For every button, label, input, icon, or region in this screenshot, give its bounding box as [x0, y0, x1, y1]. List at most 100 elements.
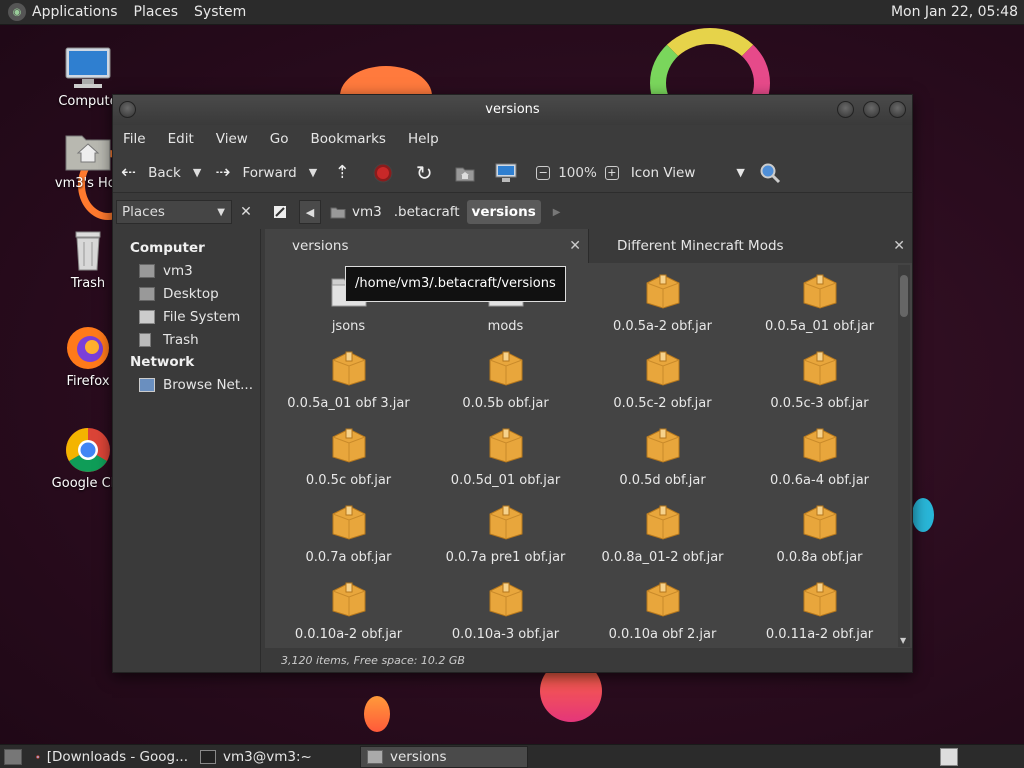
breadcrumb-versions[interactable]: versions: [466, 200, 541, 224]
sidebar-item-trash[interactable]: Trash: [113, 328, 260, 351]
view-mode-select[interactable]: Icon View ▼: [631, 165, 745, 181]
file-item[interactable]: 0.0.10a obf 2.jar: [584, 579, 741, 642]
file-item[interactable]: 0.0.11a-2 obf.jar: [741, 579, 898, 642]
breadcrumb-left-icon[interactable]: ◀: [299, 200, 321, 224]
search-icon[interactable]: [759, 162, 781, 184]
file-name: 0.0.5d_01 obf.jar: [450, 473, 561, 488]
jar-package-icon: [646, 351, 679, 386]
sidebar-heading-network: Network: [130, 354, 195, 370]
zoom-out-icon: −: [536, 165, 551, 180]
scroll-down-arrow-icon[interactable]: ▼: [900, 636, 906, 645]
minimize-button[interactable]: [837, 101, 854, 118]
menu-places[interactable]: Places: [134, 4, 179, 20]
file-item[interactable]: 0.0.5c-3 obf.jar: [741, 348, 898, 411]
show-desktop-icon[interactable]: [4, 748, 22, 765]
maximize-button[interactable]: [863, 101, 880, 118]
jar-package-icon: [489, 428, 522, 463]
breadcrumb-vm3[interactable]: vm3: [325, 200, 387, 224]
file-item[interactable]: 0.0.10a-2 obf.jar: [270, 579, 427, 642]
reload-icon[interactable]: ↻: [413, 161, 435, 185]
file-item[interactable]: 0.0.5a-2 obf.jar: [584, 271, 741, 334]
sidebar-item-browse-network[interactable]: Browse Net...: [113, 373, 260, 396]
menu-edit[interactable]: Edit: [168, 131, 194, 147]
file-item[interactable]: 0.0.7a pre1 obf.jar: [427, 502, 584, 565]
close-tab-icon[interactable]: ✕: [569, 238, 581, 254]
file-item[interactable]: 0.0.10a-3 obf.jar: [427, 579, 584, 642]
close-tab-icon[interactable]: ✕: [893, 238, 905, 254]
stop-icon[interactable]: [372, 162, 394, 184]
taskbar-item-downloads[interactable]: [Downloads - Goog...: [30, 746, 194, 768]
window-titlebar[interactable]: versions: [113, 95, 912, 125]
forward-history-dropdown[interactable]: ▼: [309, 166, 317, 179]
sidebar-item-vm3[interactable]: vm3: [113, 259, 260, 282]
menu-bookmarks[interactable]: Bookmarks: [311, 131, 386, 147]
file-item[interactable]: 0.0.5c obf.jar: [270, 425, 427, 488]
jar-package-icon: [646, 582, 679, 617]
file-name: 0.0.8a_01-2 obf.jar: [601, 550, 724, 565]
tab-different-minecraft-mods[interactable]: Different Minecraft Mods ✕: [588, 229, 912, 263]
jar-package-icon: [646, 428, 679, 463]
taskbar-item-terminal[interactable]: vm3@vm3:~: [194, 746, 360, 768]
menu-system[interactable]: System: [194, 4, 246, 20]
home-icon[interactable]: [454, 162, 476, 184]
bottom-panel: [Downloads - Goog... vm3@vm3:~ versions: [0, 744, 1024, 768]
file-name: 0.0.5b obf.jar: [462, 396, 549, 411]
chrome-icon: [36, 754, 40, 759]
zoom-out-button[interactable]: −: [536, 165, 558, 180]
jar-package-icon: [332, 351, 365, 386]
clock[interactable]: Mon Jan 22, 05:48: [891, 4, 1018, 20]
file-name: 0.0.5d obf.jar: [619, 473, 706, 488]
file-item[interactable]: 0.0.5d_01 obf.jar: [427, 425, 584, 488]
jar-package-icon: [489, 582, 522, 617]
breadcrumb-betacraft[interactable]: .betacraft: [389, 200, 465, 224]
file-item[interactable]: 0.0.5a_01 obf.jar: [741, 271, 898, 334]
workspace-switcher[interactable]: [940, 747, 958, 766]
file-item[interactable]: 0.0.5d obf.jar: [584, 425, 741, 488]
edit-location-icon[interactable]: [269, 200, 291, 224]
computer-icon[interactable]: [495, 162, 517, 184]
file-name: 0.0.5a_01 obf 3.jar: [287, 396, 410, 411]
zoom-in-button[interactable]: +: [604, 165, 631, 180]
drive-icon: [139, 309, 155, 324]
tab-versions[interactable]: versions ✕: [265, 229, 588, 263]
sidebar-item-file-system[interactable]: File System: [113, 305, 260, 328]
menu-go[interactable]: Go: [270, 131, 289, 147]
jar-package-icon: [489, 505, 522, 540]
file-item[interactable]: 0.0.5c-2 obf.jar: [584, 348, 741, 411]
file-item[interactable]: 0.0.7a obf.jar: [270, 502, 427, 565]
up-arrow-icon[interactable]: ⇡: [331, 162, 353, 184]
menu-help[interactable]: Help: [408, 131, 439, 147]
forward-button[interactable]: ⇢ Forward: [215, 162, 296, 183]
file-name: 0.0.10a-2 obf.jar: [294, 627, 403, 642]
sidebar-item-desktop[interactable]: Desktop: [113, 282, 260, 305]
jar-package-icon: [332, 428, 365, 463]
file-item[interactable]: 0.0.6a-4 obf.jar: [741, 425, 898, 488]
home-folder-icon: [330, 207, 346, 218]
vertical-scrollbar[interactable]: ▼: [898, 265, 910, 647]
file-item[interactable]: 0.0.5b obf.jar: [427, 348, 584, 411]
file-item[interactable]: 0.0.8a_01-2 obf.jar: [584, 502, 741, 565]
window-menu-button[interactable]: [119, 101, 136, 118]
home-folder-icon: [139, 263, 155, 278]
jar-package-icon: [803, 274, 836, 309]
zoom-in-icon: +: [604, 165, 619, 180]
back-button[interactable]: ⇠ Back: [121, 162, 181, 183]
close-sidebar-icon[interactable]: ✕: [235, 201, 257, 223]
menu-file[interactable]: File: [123, 131, 146, 147]
jar-package-icon: [332, 582, 365, 617]
file-name: 0.0.7a pre1 obf.jar: [445, 550, 566, 565]
file-grid: jsons mods 0.0.5a-2 obf.jar 0.0.5a_01 obf.j…: [265, 263, 899, 648]
menu-view[interactable]: View: [216, 131, 248, 147]
file-item[interactable]: 0.0.8a obf.jar: [741, 502, 898, 565]
back-arrow-icon: ⇠: [121, 162, 137, 183]
taskbar-item-versions[interactable]: versions: [360, 745, 528, 768]
breadcrumb-right-icon[interactable]: ▶: [553, 207, 561, 218]
menu-logo-icon[interactable]: ◉: [8, 3, 26, 21]
close-button[interactable]: [889, 101, 906, 118]
file-item[interactable]: 0.0.5a_01 obf 3.jar: [270, 348, 427, 411]
back-history-dropdown[interactable]: ▼: [193, 166, 201, 179]
scrollbar-thumb[interactable]: [900, 275, 908, 317]
file-name: 0.0.5c-2 obf.jar: [613, 396, 712, 411]
menu-applications[interactable]: Applications: [32, 4, 118, 20]
sidebar-places-select[interactable]: Places ▼: [116, 200, 232, 224]
